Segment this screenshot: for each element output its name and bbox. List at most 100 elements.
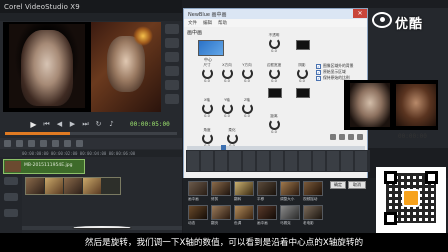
music-track-icon[interactable] bbox=[4, 209, 18, 217]
checkbox-box[interactable]: ✓ bbox=[316, 75, 321, 81]
knob-size[interactable]: 尺寸 0.0 bbox=[197, 63, 217, 89]
checkbox-box[interactable]: ✓ bbox=[316, 69, 321, 75]
knob-rot-z[interactable]: Z轴 0.0 bbox=[237, 98, 257, 124]
close-icon[interactable]: ✕ bbox=[353, 9, 367, 18]
path-icon[interactable] bbox=[165, 94, 179, 104]
volume-icon[interactable]: ♪ bbox=[107, 120, 116, 129]
knob-distance[interactable]: 距离 0.0 bbox=[264, 114, 284, 140]
library-thumb-label: 画中画 bbox=[257, 221, 268, 225]
menu-help[interactable]: 帮助 bbox=[218, 20, 227, 26]
knob-dial[interactable] bbox=[201, 68, 213, 79]
knob-label: Y方向 bbox=[242, 63, 252, 67]
knob-label: 阴影 bbox=[298, 63, 306, 67]
knob-border[interactable]: 边框宽度 0.0 bbox=[264, 63, 284, 89]
preview-scrubber[interactable] bbox=[5, 132, 177, 135]
knob-label: Z轴 bbox=[243, 98, 251, 102]
knob-dial[interactable] bbox=[296, 68, 308, 79]
knob-y[interactable]: Y方向 0.0 bbox=[237, 63, 257, 89]
library-thumb-label: 平移 bbox=[257, 197, 265, 201]
strip-cell bbox=[327, 151, 339, 171]
knob-label: 柔化 bbox=[228, 128, 236, 132]
strip-cell bbox=[201, 151, 213, 171]
knob-dial[interactable] bbox=[201, 133, 213, 144]
library-thumb[interactable] bbox=[211, 205, 231, 220]
mixer-icon[interactable] bbox=[64, 140, 71, 147]
record-icon[interactable] bbox=[52, 140, 59, 147]
cancel-button[interactable]: 取消 bbox=[348, 181, 366, 189]
knob-x[interactable]: X方向 0.0 bbox=[217, 63, 237, 89]
knob-dial[interactable] bbox=[241, 103, 253, 114]
timeline-scrollbar[interactable] bbox=[22, 226, 182, 230]
storyboard-icon[interactable] bbox=[4, 140, 11, 147]
title-icon[interactable] bbox=[165, 52, 179, 62]
knob-dial[interactable] bbox=[201, 103, 213, 114]
preview-player bbox=[3, 22, 161, 112]
clip-frame bbox=[45, 178, 63, 194]
transition-icon[interactable] bbox=[165, 38, 179, 48]
knob-rot-x[interactable]: X轴 0.0 bbox=[197, 98, 217, 124]
library-thumb[interactable] bbox=[188, 205, 208, 220]
dlg-prev-icon[interactable] bbox=[348, 134, 354, 140]
library-thumb[interactable] bbox=[188, 181, 208, 196]
library-thumb[interactable] bbox=[257, 205, 277, 220]
dlg-stop-icon[interactable] bbox=[339, 134, 345, 140]
image-clip[interactable]: MB-2015111954E.jpg bbox=[3, 159, 85, 174]
strip-cell bbox=[243, 151, 255, 171]
home-icon[interactable]: ⏮ bbox=[42, 120, 51, 129]
zoom-icon[interactable] bbox=[76, 140, 83, 147]
library-thumb-label: 画中画 bbox=[188, 197, 199, 201]
knob-dial[interactable] bbox=[221, 103, 233, 114]
ok-button[interactable]: 确定 bbox=[330, 181, 346, 189]
knob-dial[interactable] bbox=[268, 119, 280, 130]
graphic-icon[interactable] bbox=[165, 66, 179, 76]
overlay-track-icon[interactable] bbox=[4, 177, 18, 185]
knob-dial[interactable] bbox=[241, 68, 253, 79]
knob-rot-y[interactable]: Y轴 0.0 bbox=[217, 98, 237, 124]
library-thumb[interactable] bbox=[280, 205, 300, 220]
filter-icon[interactable] bbox=[165, 80, 179, 90]
app-titlebar: Corel VideoStudio X9 bbox=[0, 0, 182, 13]
knob-opacity[interactable]: 不透明 0.0 bbox=[264, 33, 284, 59]
knob-dial[interactable] bbox=[268, 68, 280, 79]
library-thumb[interactable] bbox=[303, 181, 323, 196]
end-icon[interactable]: ⏭ bbox=[81, 120, 90, 129]
next-frame-icon[interactable]: ▶ bbox=[68, 120, 77, 129]
timeline-view-icon[interactable] bbox=[16, 140, 23, 147]
knob-value: 0.0 bbox=[244, 114, 250, 118]
center-picker[interactable] bbox=[198, 40, 224, 56]
strip-cell bbox=[271, 151, 283, 171]
knob-dial[interactable] bbox=[221, 68, 233, 79]
strip-cell bbox=[215, 151, 227, 171]
prev-frame-icon[interactable]: ◀ bbox=[55, 120, 64, 129]
dlg-next-icon[interactable] bbox=[357, 134, 363, 140]
border-color-swatch[interactable] bbox=[268, 88, 282, 98]
knob-shadow[interactable]: 阴影 0.0 bbox=[292, 63, 312, 89]
library-thumb[interactable] bbox=[234, 205, 254, 220]
checkbox-box[interactable]: ✓ bbox=[316, 63, 321, 69]
library-thumb[interactable] bbox=[257, 181, 277, 196]
library-thumb-label: 动态 bbox=[188, 221, 196, 225]
video-clip[interactable] bbox=[25, 177, 121, 195]
knob-dial[interactable] bbox=[226, 133, 238, 144]
menu-file[interactable]: 文件 bbox=[188, 20, 197, 26]
knob-value: 0.0 bbox=[204, 79, 210, 83]
library-thumb[interactable] bbox=[303, 205, 323, 220]
dlg-play-icon[interactable] bbox=[330, 134, 336, 140]
title-track-icon[interactable] bbox=[4, 193, 18, 201]
library-thumb[interactable] bbox=[280, 181, 300, 196]
library-thumb[interactable] bbox=[234, 181, 254, 196]
background-color-swatch[interactable] bbox=[296, 40, 310, 50]
qr-code bbox=[376, 167, 446, 233]
menu-edit[interactable]: 编辑 bbox=[203, 20, 212, 26]
redo-icon[interactable] bbox=[40, 140, 47, 147]
timeline-ruler[interactable]: 00:00:00:00 00:00:02:00 00:00:04:00 00:0… bbox=[22, 150, 182, 157]
media-icon[interactable] bbox=[165, 24, 179, 34]
repeat-icon[interactable]: ↻ bbox=[94, 120, 103, 129]
play-icon[interactable]: ▶ bbox=[29, 120, 38, 129]
library-thumb[interactable] bbox=[211, 181, 231, 196]
undo-icon[interactable] bbox=[28, 140, 35, 147]
shadow-color-swatch[interactable] bbox=[296, 88, 310, 98]
knob-dial[interactable] bbox=[268, 38, 280, 49]
library-thumb-label: 调整大小 bbox=[280, 197, 295, 201]
playback-controls: ▶ ⏮ ◀ ▶ ⏭ ↻ ♪ 00:00:05:00 bbox=[3, 117, 179, 131]
